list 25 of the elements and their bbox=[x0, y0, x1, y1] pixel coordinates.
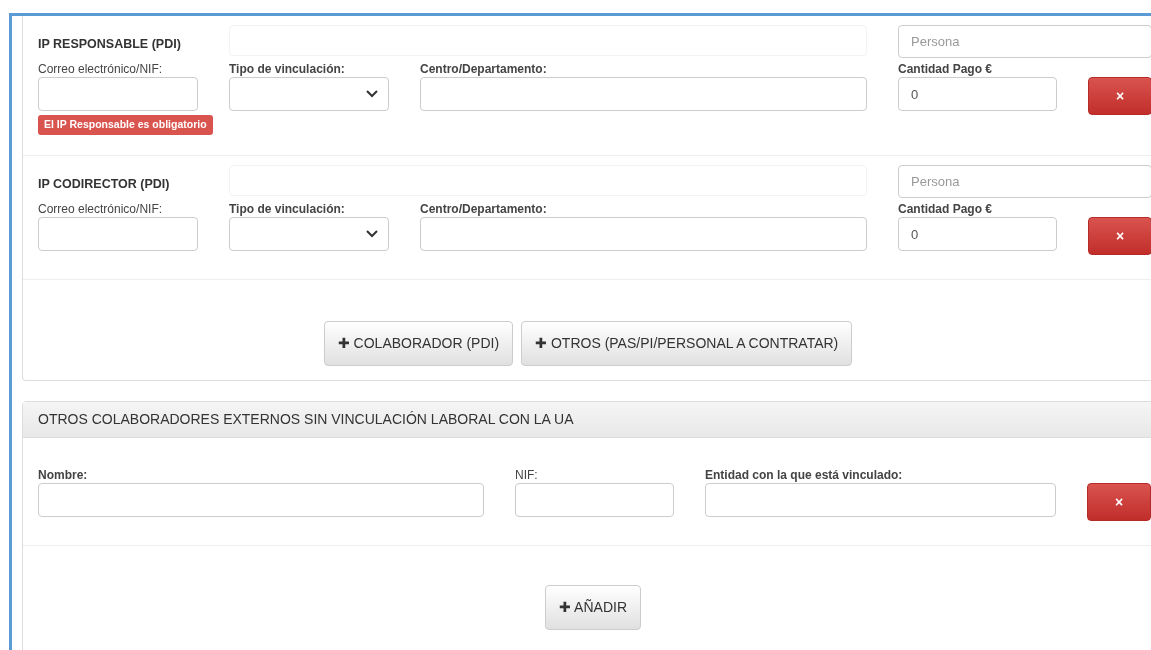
add-button[interactable]: ✚ OTROS (PAS/PI/PERSONAL A CONTRATAR) bbox=[521, 321, 853, 366]
amount-field[interactable]: 0 bbox=[898, 77, 1057, 111]
persona-field[interactable]: Persona bbox=[898, 25, 1151, 58]
field-label: Cantidad Pago € bbox=[898, 61, 993, 77]
persona-field[interactable]: Persona bbox=[898, 165, 1151, 198]
error-message: El IP Responsable es obligatorio bbox=[38, 115, 213, 135]
field-label: Centro/Departamento: bbox=[420, 61, 548, 77]
section-title: IP RESPONSABLE (PDI) bbox=[38, 37, 181, 51]
amount-field[interactable]: 0 bbox=[898, 217, 1057, 251]
field-label: Tipo de vinculación: bbox=[229, 61, 346, 77]
remove-button[interactable]: × bbox=[1088, 77, 1151, 115]
field-label: Entidad con la que está vinculado: bbox=[705, 467, 904, 483]
field-label: Tipo de vinculación: bbox=[229, 201, 346, 217]
field-label: Centro/Departamento: bbox=[420, 201, 548, 217]
field-label: Correo electrónico/NIF: bbox=[38, 201, 164, 217]
field-label: Nombre: bbox=[38, 467, 89, 483]
field-label: Correo electrónico/NIF: bbox=[38, 61, 164, 77]
section-title: IP CODIRECTOR (PDI) bbox=[38, 177, 170, 191]
remove-button[interactable]: × bbox=[1087, 483, 1151, 521]
add-button[interactable]: ✚ COLABORADOR (PDI) bbox=[323, 321, 514, 366]
field-label: Cantidad Pago € bbox=[898, 201, 993, 217]
field-label: NIF: bbox=[515, 467, 539, 483]
remove-button[interactable]: × bbox=[1088, 217, 1151, 255]
add-button[interactable]: ✚ AÑADIR bbox=[545, 585, 641, 630]
section-header: OTROS COLABORADORES EXTERNOS SIN VINCULACIÓN LABORAL CON LA UA bbox=[23, 402, 1151, 438]
